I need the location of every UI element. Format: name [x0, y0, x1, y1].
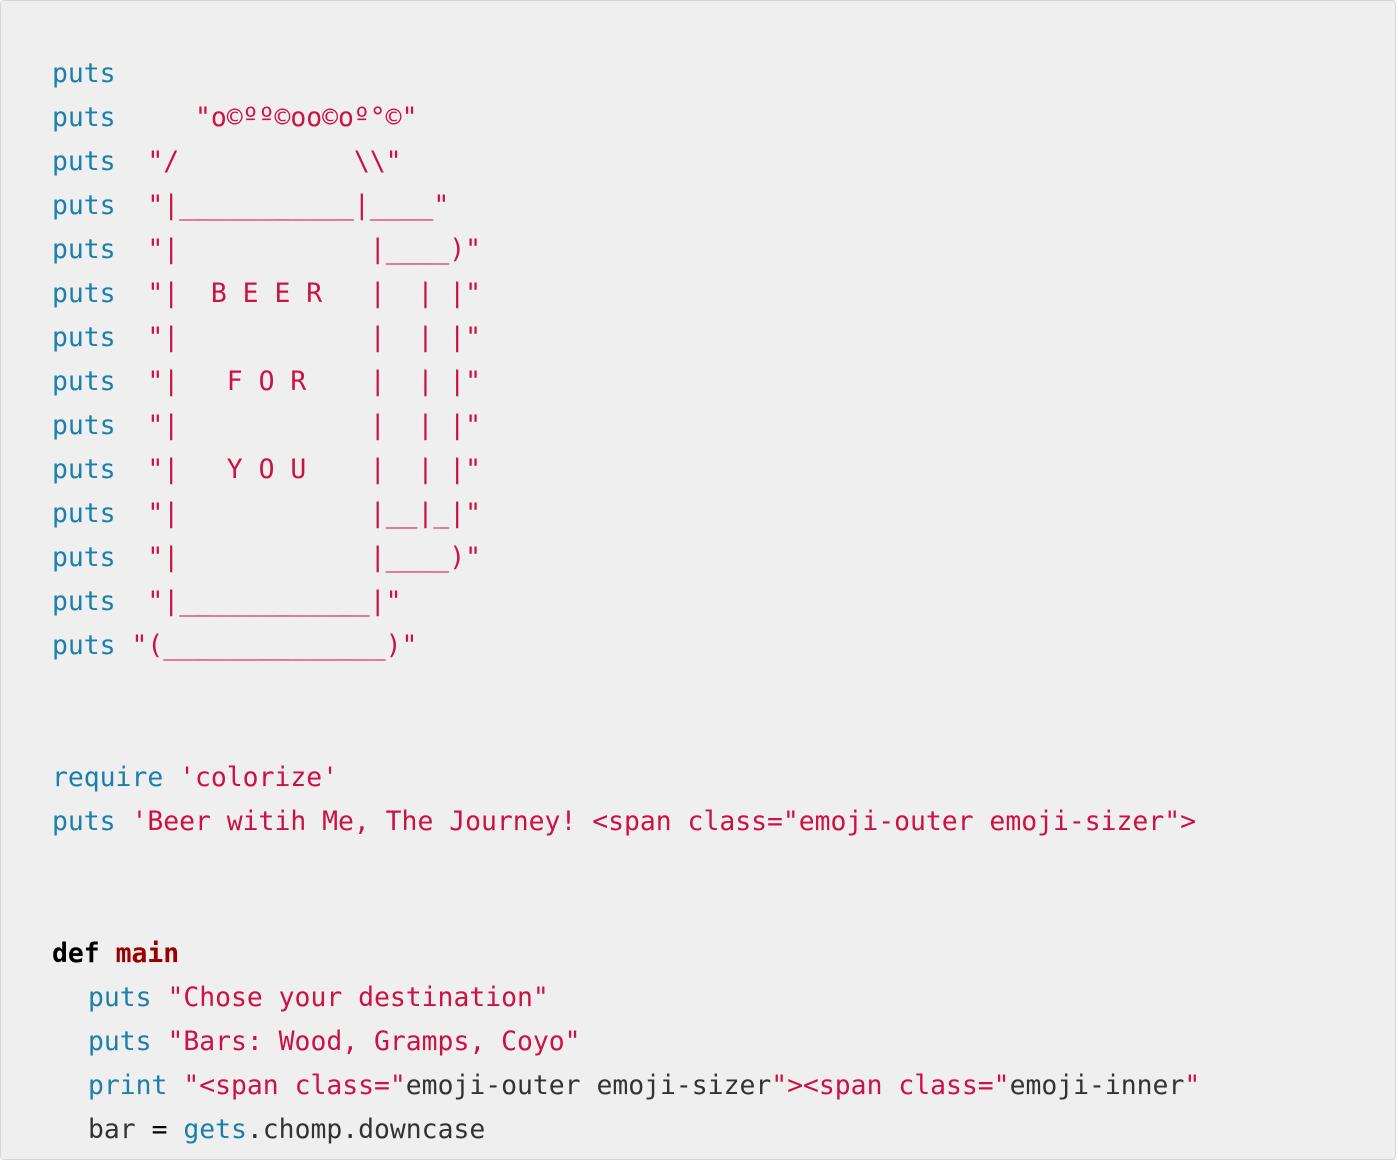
plain-text: emoji-inner — [1009, 1070, 1185, 1101]
puts-keyword: puts — [88, 1026, 152, 1057]
string-literal: "Bars: Wood, Gramps, Coyo" — [167, 1026, 581, 1057]
code-block: puts puts "o©ºº©oo©oº°©" puts "/ \\" put… — [0, 0, 1396, 1160]
function-name: main — [115, 938, 180, 969]
code-line: puts "| |____)" — [52, 538, 481, 578]
string-literal: "| |____)" — [147, 234, 482, 265]
require-line: require 'colorize' — [52, 758, 338, 798]
code-line: puts "(______________)" — [52, 626, 417, 666]
puts-keyword: puts — [52, 454, 116, 485]
gets-line: bar = gets.chomp.downcase — [52, 1110, 485, 1150]
puts-keyword: puts — [52, 586, 116, 617]
code-line: puts "| F O R | | |" — [52, 362, 481, 402]
code-line: puts — [52, 54, 116, 94]
string-literal: "|___________|____" — [147, 190, 450, 221]
code-line: puts "| | | |" — [52, 318, 481, 358]
string-literal: "<span class=" — [183, 1070, 406, 1101]
string-literal: "|____________|" — [147, 586, 402, 617]
code-line: puts "Bars: Wood, Gramps, Coyo" — [52, 1022, 581, 1062]
puts-keyword: puts — [52, 58, 116, 89]
code-line: puts "| |____)" — [52, 230, 481, 270]
string-literal: " — [1184, 1070, 1201, 1101]
string-literal: "><span class=" — [771, 1070, 1010, 1101]
puts-keyword: puts — [52, 102, 116, 133]
code-line: puts "/ \\" — [52, 142, 402, 182]
puts-keyword: puts — [52, 234, 116, 265]
string-literal: "| |__|_|" — [147, 498, 482, 529]
string-literal: 'Beer witih Me, The Journey! <span class… — [131, 806, 1196, 837]
puts-keyword: puts — [52, 146, 116, 177]
code-line: puts "| |__|_|" — [52, 494, 481, 534]
print-line: print "<span class="emoji-outer emoji-si… — [52, 1066, 1200, 1106]
code-line: puts "| B E E R | | |" — [52, 274, 481, 314]
string-literal: "| B E E R | | |" — [147, 278, 482, 309]
puts-keyword: puts — [52, 322, 116, 353]
puts-keyword: puts — [52, 410, 116, 441]
puts-keyword: puts — [52, 190, 116, 221]
code-line: puts "o©ºº©oo©oº°©" — [52, 98, 417, 138]
puts-keyword: puts — [52, 278, 116, 309]
plain-text: emoji-outer emoji-sizer — [405, 1070, 772, 1101]
puts-keyword: puts — [52, 806, 116, 837]
variable-name: bar — [88, 1114, 136, 1145]
require-keyword: require — [52, 762, 164, 793]
string-literal: "| | | |" — [147, 410, 482, 441]
string-literal: "| F O R | | |" — [147, 366, 482, 397]
string-literal: "| |____)" — [147, 542, 482, 573]
journey-line: puts 'Beer witih Me, The Journey! <span … — [52, 802, 1196, 842]
assign-operator: = — [151, 1114, 168, 1145]
puts-keyword: puts — [88, 982, 152, 1013]
code-line: puts "|____________|" — [52, 582, 402, 622]
puts-keyword: puts — [52, 630, 116, 661]
code-line: puts "|___________|____" — [52, 186, 449, 226]
string-literal: 'colorize' — [179, 762, 339, 793]
string-literal: "/ \\" — [147, 146, 402, 177]
string-literal: "(______________)" — [131, 630, 418, 661]
puts-keyword: puts — [52, 542, 116, 573]
def-line: def main — [52, 934, 179, 974]
def-keyword: def — [52, 938, 100, 969]
puts-keyword: puts — [52, 498, 116, 529]
method-chain: .chomp.downcase — [246, 1114, 486, 1145]
code-line: puts "Chose your destination" — [52, 978, 549, 1018]
string-literal: "o©ºº©oo©oº°©" — [195, 102, 418, 133]
gets-keyword: gets — [183, 1114, 247, 1145]
string-literal: "| | | |" — [147, 322, 482, 353]
string-literal: "Chose your destination" — [167, 982, 549, 1013]
code-line: puts "| Y O U | | |" — [52, 450, 481, 490]
code-line: puts "| | | |" — [52, 406, 481, 446]
puts-keyword: puts — [52, 366, 116, 397]
print-keyword: print — [88, 1070, 168, 1101]
string-literal: "| Y O U | | |" — [147, 454, 482, 485]
